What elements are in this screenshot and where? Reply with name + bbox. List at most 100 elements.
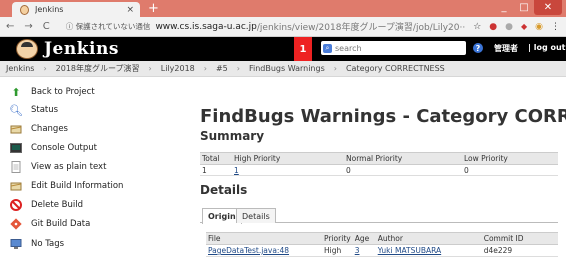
url-host: www.cs.is.saga-u.ac.jp [155,21,257,32]
details-heading: Details [200,183,248,197]
git-icon [10,218,22,230]
extension-red-icon[interactable]: ● [489,22,497,32]
up-arrow-icon: ⬆ [11,85,21,99]
search-icon: ⌕ [323,43,332,53]
breadcrumb-findbugs[interactable]: FindBugs Warnings [249,64,325,73]
jenkins-logo-icon[interactable] [16,39,38,59]
breadcrumb-separator-icon: › [333,64,337,73]
new-tab-button[interactable]: + [148,2,159,15]
terminal-icon [10,142,22,154]
sidebar-item-back-to-project[interactable]: ⬆ Back to Project [10,85,94,99]
table-header-row: Total High Priority Normal Priority Low … [200,152,558,165]
column-header: High Priority [232,152,344,165]
table-row: 1 1 0 0 [200,164,558,176]
sidebar-item-label: View as plain text [31,162,107,172]
low-priority-value: 0 [462,164,558,176]
bookmark-star-icon[interactable]: ☆ [473,22,481,32]
details-tabs: Origin Details [200,208,558,224]
details-table: File Priority Age Author Commit ID PageD… [206,232,558,257]
sidebar-item-label: Status [31,105,59,115]
column-header: Author [375,232,482,245]
sidebar-item-label: Console Output [31,143,97,153]
document-icon [10,161,22,173]
sidebar-item-console-output[interactable]: Console Output [10,141,97,155]
security-indicator[interactable]: ⓘ 保護されていない通信 [66,21,151,32]
close-tab-icon[interactable]: × [126,5,134,15]
computer-icon [10,238,22,250]
file-link[interactable]: PageDataTest.java:48 [208,246,289,255]
forward-button[interactable]: → [24,21,32,32]
author-link[interactable]: Yuki MATSUBARA [378,246,441,255]
column-header: Priority [322,232,353,245]
minimize-button[interactable]: _ [494,0,514,15]
notepad-icon [10,123,22,135]
column-header: Low Priority [462,152,558,165]
breadcrumb-jenkins[interactable]: Jenkins [6,64,34,73]
notepad-icon [10,180,22,192]
notification-badge[interactable]: 1 [294,37,312,61]
sidebar-item-no-tags[interactable]: No Tags [10,237,64,251]
close-window-button[interactable]: ✕ [534,0,562,15]
magnifier-icon: 🔍︎ [9,103,23,117]
extension-gray-icon[interactable]: ● [505,22,513,32]
extension-blue-red-icon[interactable]: ◆ [521,22,527,31]
commit-id-value: d4e229 [481,244,558,257]
breadcrumb-separator-icon: › [148,64,152,73]
extension-character-icon[interactable]: ◉ [535,22,543,32]
column-header: Age [352,232,376,245]
tab-title: Jenkins [35,5,64,14]
sidebar-item-label: Git Build Data [31,219,91,229]
sidebar-item-delete-build[interactable]: Delete Build [10,198,83,212]
breadcrumb-separator-icon: › [236,64,240,73]
column-header: Commit ID [481,232,558,245]
breadcrumb-separator-icon: › [203,64,207,73]
main-content: FindBugs Warnings - Category CORRECTNESS… [200,77,566,262]
help-icon[interactable]: ? [473,43,483,53]
browser-window: Jenkins × + _ □ ✕ ← → C ⓘ 保護されていない通信 www… [0,0,566,262]
column-header: Normal Priority [344,152,462,165]
url-path: /jenkins/view/2018年度グループ演習/job/Lily20··· [256,23,466,33]
breadcrumb-separator-icon: › [43,64,47,73]
priority-value: High [322,244,353,257]
sidebar-item-label: No Tags [31,239,65,249]
age-link[interactable]: 3 [355,246,360,255]
title-bar: Jenkins × + _ □ ✕ [0,0,566,17]
breadcrumb-build[interactable]: #5 [216,64,228,73]
breadcrumb-job[interactable]: Lily2018 [161,64,195,73]
summary-heading: Summary [200,129,265,143]
sidebar-item-git-build-data[interactable]: Git Build Data [10,217,90,231]
summary-table: Total High Priority Normal Priority Low … [200,152,558,176]
high-priority-link[interactable]: 1 [234,166,239,175]
sidebar-item-changes[interactable]: Changes [10,122,68,136]
normal-priority-value: 0 [344,164,462,176]
sidebar-item-label: Edit Build Information [31,181,124,191]
sidebar-item-status[interactable]: 🔍︎ Status [9,103,59,117]
browser-menu-icon[interactable]: ⋮ [551,22,560,32]
sidebar-item-label: Delete Build [31,200,83,210]
jenkins-favicon-icon [20,4,29,15]
user-link[interactable]: 管理者 [494,43,518,54]
search-box[interactable]: ⌕ search [321,41,466,55]
sidebar: ⬆ Back to Project 🔍︎ Status Changes Cons… [0,77,182,262]
sidebar-item-plain-text[interactable]: View as plain text [10,160,106,174]
logout-link[interactable]: | log out [528,43,565,52]
page-title: FindBugs Warnings - Category CORRECTNESS [200,106,566,127]
back-button[interactable]: ← [6,21,14,32]
jenkins-title[interactable]: Jenkins [44,39,119,59]
reload-button[interactable]: C [43,21,50,32]
maximize-button[interactable]: □ [514,0,534,15]
tab-details[interactable]: Details [236,208,276,223]
table-row: PageDataTest.java:48 High 3 Yuki MATSUBA… [206,244,558,257]
table-header-row: File Priority Age Author Commit ID [206,232,558,245]
no-entry-icon [10,199,22,211]
breadcrumb-category[interactable]: Category CORRECTNESS [346,64,445,73]
url-field[interactable]: ⓘ 保護されていない通信 www.cs.is.saga-u.ac.jp /jen… [60,19,465,34]
sidebar-item-edit-build-information[interactable]: Edit Build Information [10,179,123,193]
search-placeholder: search [335,43,362,53]
total-value: 1 [200,164,232,176]
browser-tab[interactable]: Jenkins × [12,2,140,17]
column-header: Total [200,152,232,165]
column-header: File [206,232,322,245]
address-bar: ← → C ⓘ 保護されていない通信 www.cs.is.saga-u.ac.j… [0,17,566,37]
breadcrumb-view[interactable]: 2018年度グループ演習 [56,63,140,74]
